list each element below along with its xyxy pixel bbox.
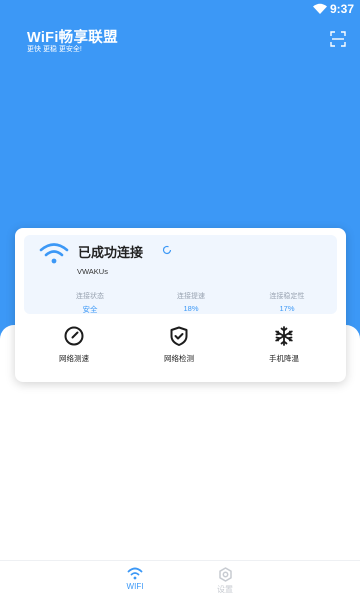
bottom-navigation: WIFI 设置 — [0, 560, 360, 600]
app-subtitle: 更快 更稳 更安全! — [27, 46, 82, 53]
metric-connection-stability: 连接稳定性 17% — [235, 291, 339, 313]
metric-label: 连接稳定性 — [269, 293, 305, 300]
nav-item-settings[interactable]: 设置 — [200, 564, 250, 598]
nav-label: WIFI — [126, 582, 144, 591]
refresh-icon[interactable] — [162, 245, 172, 255]
metric-value: 17% — [279, 304, 295, 313]
snowflake-icon — [275, 326, 293, 346]
status-time: 9:37 — [329, 2, 354, 16]
nav-item-wifi[interactable]: WIFI — [110, 564, 160, 598]
connection-status-text: 已成功连接 — [78, 245, 144, 260]
action-label: 网络检测 — [164, 354, 194, 363]
scan-icon[interactable] — [328, 29, 348, 49]
speed-test-button[interactable]: 网络测速 — [39, 323, 109, 369]
metric-label: 连接提速 — [177, 293, 205, 300]
gear-icon — [218, 567, 232, 582]
nav-label: 设置 — [217, 585, 233, 594]
wifi-icon — [127, 567, 143, 580]
connection-info-panel: 已成功连接 VWAKUs 连接状态 安全 连接提速 18% 连接稳定性 17% — [24, 235, 337, 314]
network-ssid: VWAKUs — [77, 267, 108, 276]
network-check-button[interactable]: 网络检测 — [144, 323, 214, 369]
shield-icon — [170, 326, 188, 346]
speedometer-icon — [64, 326, 84, 346]
action-label: 网络测速 — [59, 354, 89, 363]
metric-connection-speedup: 连接提速 18% — [139, 291, 243, 313]
status-bar: 9:37 — [0, 0, 360, 18]
metric-value: 安全 — [82, 305, 98, 314]
metric-value: 18% — [183, 304, 199, 313]
metric-label: 连接状态 — [76, 293, 104, 300]
status-wifi-icon — [313, 3, 327, 14]
connection-card: 已成功连接 VWAKUs 连接状态 安全 连接提速 18% 连接稳定性 17% … — [15, 228, 346, 382]
wifi-connected-icon — [39, 243, 69, 264]
action-label: 手机降温 — [269, 354, 299, 363]
metric-connection-status: 连接状态 安全 — [38, 291, 142, 315]
phone-cooling-button[interactable]: 手机降温 — [249, 323, 319, 369]
